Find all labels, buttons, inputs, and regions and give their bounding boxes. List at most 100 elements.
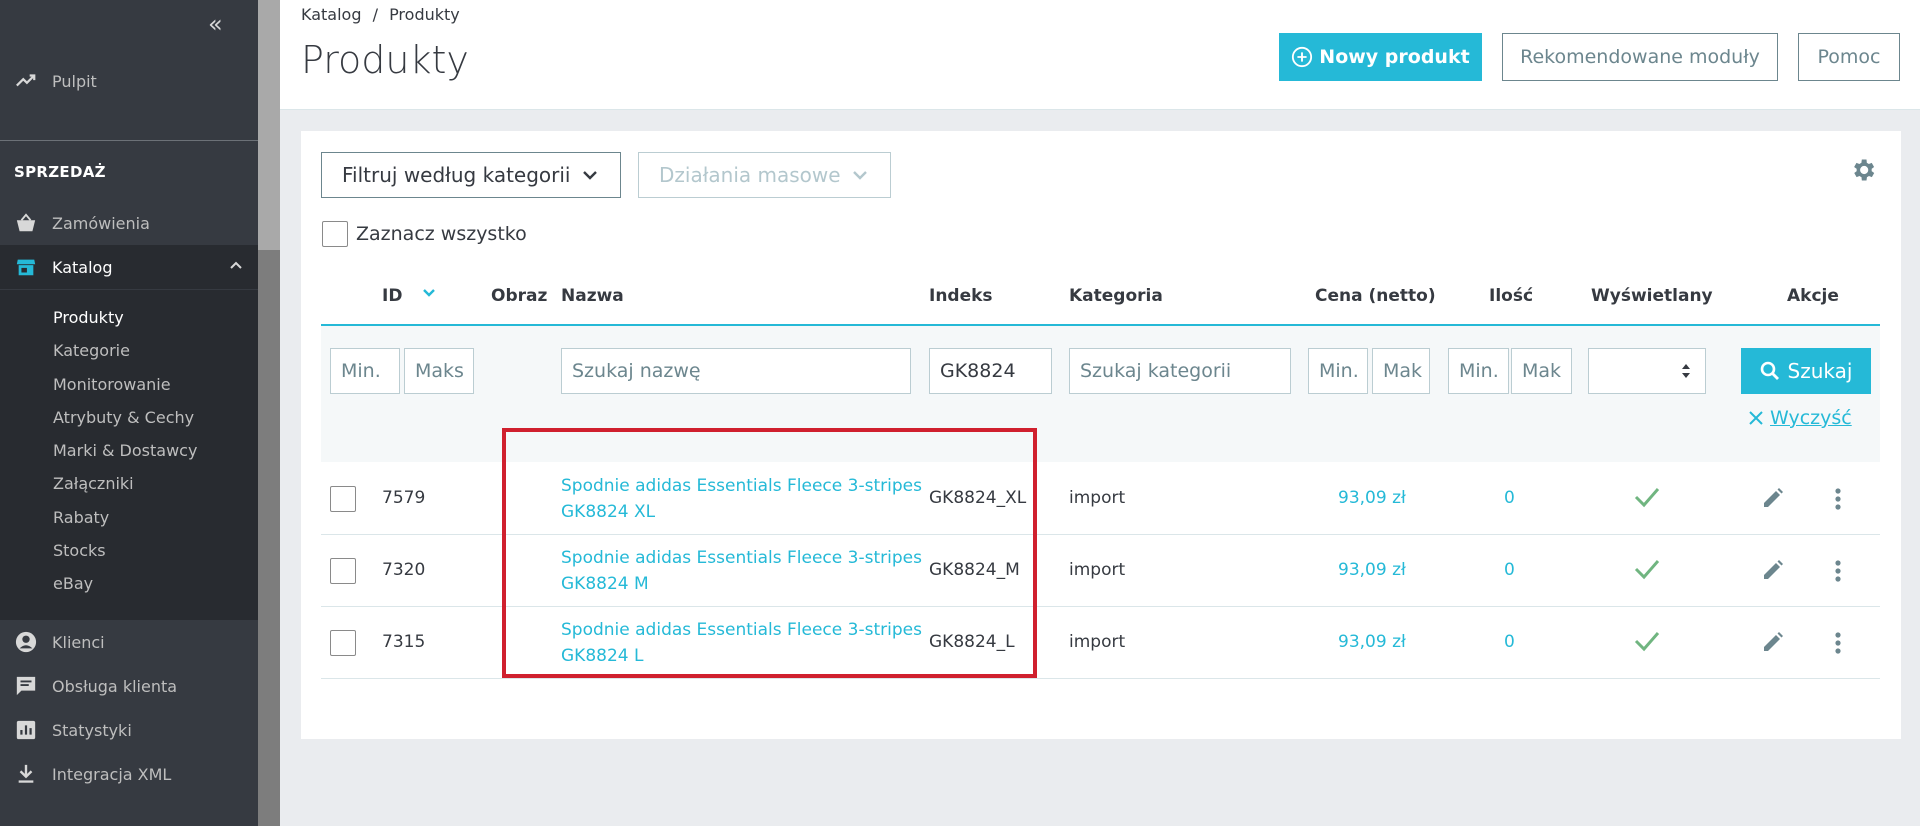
store-icon [14,255,38,279]
chat-icon [14,674,38,698]
bulk-actions-dropdown[interactable]: Działania masowe [638,152,891,198]
filter-row [321,326,1880,462]
row-qty[interactable]: 0 [1504,560,1515,580]
edit-icon[interactable] [1761,558,1785,587]
column-header-name: Nazwa [561,286,624,306]
recommended-modules-button[interactable]: Rekomendowane moduły [1502,33,1778,81]
help-button[interactable]: Pomoc [1798,33,1900,81]
row-checkbox[interactable] [330,486,356,512]
row-product-name[interactable]: Spodnie adidas Essentials Fleece 3-strip… [561,473,922,525]
sidebar-subitem-discounts[interactable]: Rabaty [53,508,109,527]
qty-max-input[interactable]: Mak [1511,348,1572,394]
row-product-name[interactable]: Spodnie adidas Essentials Fleece 3-strip… [561,545,922,597]
breadcrumb: Katalog / Produkty [301,5,460,24]
select-arrows-icon [1681,362,1691,385]
price-min-input[interactable]: Min. [1308,348,1368,394]
column-header-qty: Ilość [1489,286,1534,306]
row-checkbox[interactable] [330,558,356,584]
select-all[interactable]: Zaznacz wszystko [322,221,527,247]
row-index: GK8824_L [929,632,1015,652]
sidebar-subitem-ebay[interactable]: eBay [53,574,93,593]
table-row: 7320 Spodnie adidas Essentials Fleece 3-… [321,535,1880,607]
sidebar-item-customers[interactable]: Klienci [0,627,258,657]
row-category: import [1069,488,1126,508]
row-price[interactable]: 93,09 zł [1338,488,1406,508]
row-category: import [1069,632,1126,652]
sidebar-section-title: SPRZEDAŻ [14,163,106,181]
row-qty[interactable]: 0 [1504,632,1515,652]
displayed-select[interactable] [1588,348,1706,394]
new-product-button[interactable]: Nowy produkt [1279,33,1482,81]
check-icon[interactable] [1633,557,1661,586]
table-row: 7315 Spodnie adidas Essentials Fleece 3-… [321,607,1880,679]
chevron-down-icon [850,165,870,190]
sidebar-item-catalog[interactable]: Katalog [0,245,258,289]
sidebar-item-label: Obsługa klienta [52,676,178,696]
column-header-displayed: Wyświetlany [1591,286,1713,306]
row-index: GK8824_M [929,560,1020,580]
row-qty[interactable]: 0 [1504,488,1515,508]
column-header-price: Cena (netto) [1315,286,1436,306]
name-search-input[interactable]: Szukaj nazwę [561,348,911,394]
edit-icon[interactable] [1761,630,1785,659]
column-header-id[interactable]: ID [382,286,436,306]
sidebar-item-stats[interactable]: Statystyki [0,715,258,745]
check-icon[interactable] [1633,629,1661,658]
chevron-up-icon [228,257,244,277]
row-id: 7320 [382,560,426,580]
more-actions-icon[interactable] [1834,631,1842,660]
select-all-checkbox[interactable] [322,221,348,247]
sidebar-item-support[interactable]: Obsługa klienta [0,671,258,701]
sidebar-subitem-attachments[interactable]: Załączniki [53,474,134,493]
close-icon [1748,410,1764,426]
sidebar: « Pulpit SPRZEDAŻ Zamówienia Katalog Pro… [0,0,258,826]
qty-min-input[interactable]: Min. [1448,348,1509,394]
row-checkbox[interactable] [330,630,356,656]
check-icon[interactable] [1633,485,1661,514]
edit-icon[interactable] [1761,486,1785,515]
sidebar-subitem-products[interactable]: Produkty [53,308,124,327]
sidebar-divider [0,140,258,141]
sidebar-item-label: Pulpit [52,71,97,91]
row-price[interactable]: 93,09 zł [1338,632,1406,652]
breadcrumb-catalog[interactable]: Katalog [301,5,361,24]
sidebar-item-label: Zamówienia [52,213,150,233]
row-product-name[interactable]: Spodnie adidas Essentials Fleece 3-strip… [561,617,922,669]
column-header-category: Kategoria [1069,286,1163,306]
breadcrumb-products: Produkty [389,5,460,24]
bar-chart-icon [14,718,38,742]
page-title: Produkty [301,38,469,82]
gear-icon[interactable] [1849,156,1877,188]
sort-desc-icon[interactable] [422,283,436,303]
sidebar-subitem-monitoring[interactable]: Monitorowanie [53,375,171,394]
sidebar-item-dashboard[interactable]: Pulpit [0,66,258,96]
sidebar-subitem-brands[interactable]: Marki & Dostawcy [53,441,197,460]
sidebar-item-label: Statystyki [52,720,132,740]
chevron-down-icon [580,165,600,190]
column-header-index: Indeks [929,286,993,306]
price-max-input[interactable]: Mak [1372,348,1430,394]
collapse-sidebar-icon[interactable]: « [208,10,223,38]
sidebar-item-orders[interactable]: Zamówienia [0,208,258,238]
id-min-input[interactable]: Min. [330,348,400,394]
sidebar-subitem-stocks[interactable]: Stocks [53,541,106,560]
sidebar-subitem-attributes[interactable]: Atrybuty & Cechy [53,408,194,427]
category-search-input[interactable]: Szukaj kategorii [1069,348,1291,394]
more-actions-icon[interactable] [1834,559,1842,588]
sidebar-scrollbar-thumb[interactable] [258,0,280,250]
sidebar-item-xml[interactable]: Integracja XML [0,759,258,789]
sidebar-subitem-categories[interactable]: Kategorie [53,341,130,360]
id-max-input[interactable]: Maks [404,348,474,394]
filter-category-dropdown[interactable]: Filtruj według kategorii [321,152,621,198]
sidebar-item-label: Integracja XML [52,764,172,784]
trending-up-icon [14,69,38,93]
plus-circle-icon [1291,46,1313,68]
row-price[interactable]: 93,09 zł [1338,560,1406,580]
row-category: import [1069,560,1126,580]
sidebar-item-label: Klienci [52,632,105,652]
clear-filters-link[interactable]: Wyczyść [1748,407,1852,429]
index-search-input[interactable]: GK8824 [929,348,1052,394]
sidebar-submenu-catalog: Produkty Kategorie Monitorowanie Atrybut… [0,290,258,620]
search-button[interactable]: Szukaj [1741,348,1871,394]
more-actions-icon[interactable] [1834,487,1842,516]
